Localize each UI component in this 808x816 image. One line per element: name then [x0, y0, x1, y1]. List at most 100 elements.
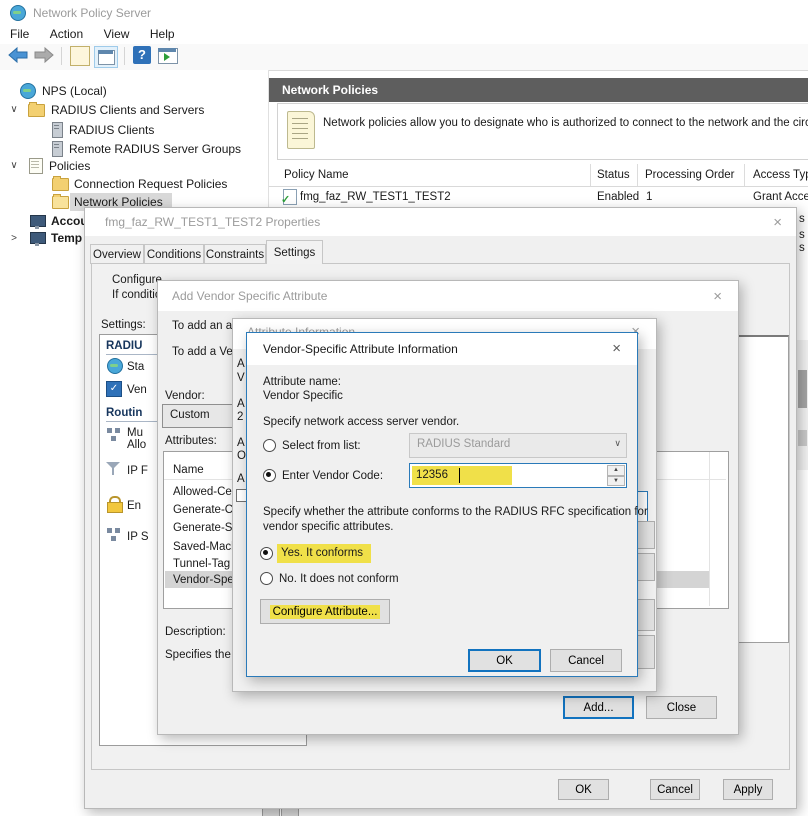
- clipped-button-fragment: [637, 599, 655, 631]
- spinner-up-button[interactable]: ▲: [607, 465, 625, 476]
- attribute-name-label: Attribute name:: [263, 375, 341, 389]
- back-icon[interactable]: [7, 46, 29, 66]
- settings-item-vendor-specific[interactable]: Ven: [127, 383, 147, 397]
- column-policy-name[interactable]: Policy Name: [284, 168, 349, 182]
- add-button[interactable]: Add...: [563, 696, 634, 719]
- server-icon: [52, 122, 63, 138]
- properties-dialog-titlebar[interactable]: fmg_faz_RW_TEST1_TEST2 Properties ×: [85, 208, 796, 236]
- chevron-down-icon[interactable]: ∨: [8, 160, 20, 171]
- vendor-label: Vendor:: [165, 389, 205, 403]
- menu-view[interactable]: View: [96, 24, 138, 44]
- enter-vendor-code-radio[interactable]: [263, 469, 276, 482]
- configure-attribute-label: Configure Attribute...: [270, 605, 381, 619]
- enter-vendor-code-label[interactable]: Enter Vendor Code:: [282, 469, 383, 483]
- policy-access-cell: Grant Acces: [753, 190, 808, 204]
- chevron-down-icon[interactable]: ∨: [8, 104, 20, 115]
- tab-settings[interactable]: Settings: [266, 240, 323, 264]
- clipped-text-fragment: V: [237, 371, 245, 385]
- settings-item-encryption[interactable]: En: [127, 499, 141, 513]
- console-tree-icon[interactable]: [94, 46, 118, 68]
- new-window-icon[interactable]: [158, 48, 178, 64]
- select-from-list-radio[interactable]: [263, 439, 276, 452]
- tab-constraints[interactable]: Constraints: [204, 244, 266, 264]
- menu-file[interactable]: File: [2, 24, 37, 44]
- properties-apply-button[interactable]: Apply: [723, 779, 773, 800]
- window-title: Network Policy Server: [33, 6, 151, 21]
- results-pane-header: Network Policies: [269, 78, 808, 102]
- close-icon[interactable]: ×: [713, 289, 722, 304]
- scrollbar-thumb[interactable]: [798, 370, 807, 408]
- column-status[interactable]: Status: [597, 168, 630, 182]
- close-button[interactable]: Close: [646, 696, 717, 719]
- clipped-text-fragment: A: [237, 397, 245, 411]
- help-icon[interactable]: ?: [133, 46, 151, 64]
- settings-item-ip-settings[interactable]: IP S: [127, 530, 149, 544]
- vsa-ok-button[interactable]: OK: [468, 649, 541, 672]
- chevron-down-icon: ∨: [614, 438, 621, 449]
- vsa-cancel-button[interactable]: Cancel: [550, 649, 622, 672]
- attributes-panel-sliver: [737, 335, 789, 643]
- spinner-down-button[interactable]: ▼: [607, 476, 625, 486]
- menu-help[interactable]: Help: [142, 24, 183, 44]
- clipped-row-fragment: s: [799, 228, 805, 242]
- close-icon[interactable]: ×: [773, 215, 782, 230]
- app-icon: [10, 5, 26, 21]
- tab-overview[interactable]: Overview: [90, 244, 144, 264]
- yes-conforms-label[interactable]: Yes. It conforms: [277, 544, 371, 563]
- no-conform-radio[interactable]: [260, 572, 273, 585]
- conform-prompt-line2: vendor specific attributes.: [263, 520, 393, 534]
- no-conform-label[interactable]: No. It does not conform: [279, 572, 399, 586]
- policy-enabled-icon: [283, 189, 297, 205]
- folder-icon: [28, 104, 45, 117]
- computer-icon: [30, 232, 46, 244]
- clipped-row-fragment: s: [799, 212, 805, 226]
- clipped-text-fragment: A: [237, 436, 245, 450]
- scrollbar[interactable]: [796, 340, 808, 470]
- policies-description-panel: Network policies allow you to designate …: [277, 103, 808, 160]
- add-vsa-title: Add Vendor Specific Attribute: [172, 289, 327, 304]
- clipped-button-fragment: [637, 635, 655, 669]
- add-vsa-titlebar[interactable]: Add Vendor Specific Attribute ×: [158, 281, 738, 311]
- forward-icon[interactable]: [33, 46, 55, 66]
- attributes-label: Attributes:: [165, 434, 217, 448]
- column-processing-order[interactable]: Processing Order: [645, 168, 734, 182]
- policies-table-header: Policy Name Status Processing Order Acce…: [269, 164, 808, 187]
- settings-item-standard[interactable]: Sta: [127, 360, 144, 374]
- clipped-button-fragment: [637, 553, 655, 581]
- configure-text: Configure: [112, 273, 162, 287]
- description-label: Description:: [165, 625, 226, 639]
- policy-table-row[interactable]: fmg_faz_RW_TEST1_TEST2 Enabled 1 Grant A…: [269, 187, 808, 205]
- close-icon[interactable]: ×: [612, 341, 621, 356]
- policy-name-cell: fmg_faz_RW_TEST1_TEST2: [300, 190, 451, 204]
- attribute-name-value: Vendor Specific: [263, 389, 343, 403]
- export-list-icon[interactable]: [70, 46, 90, 66]
- toolbar: ?: [0, 44, 808, 71]
- policy-order-cell: 1: [646, 190, 652, 204]
- column-access-type[interactable]: Access Typ: [753, 168, 808, 182]
- attribute-row[interactable]: Saved-Machi: [173, 540, 240, 554]
- vendor-specific-check-icon: ✓: [106, 381, 122, 397]
- clipped-row-fragment: s: [799, 241, 805, 255]
- settings-item-ip-filters[interactable]: IP F: [127, 464, 148, 478]
- yes-conforms-radio[interactable]: [260, 547, 273, 560]
- vsa-information-titlebar[interactable]: Vendor-Specific Attribute Information ×: [247, 333, 637, 365]
- clipped-text-fragment: A: [237, 472, 245, 486]
- menu-action[interactable]: Action: [42, 24, 91, 44]
- edge-fragment: [262, 808, 280, 816]
- network-policy-server-window: Network Policy Server File Action View H…: [0, 0, 808, 816]
- clipped-text-fragment: O: [237, 449, 246, 463]
- clipped-text-fragment: A: [237, 357, 245, 371]
- select-from-list-label[interactable]: Select from list:: [282, 439, 361, 453]
- properties-ok-button[interactable]: OK: [558, 779, 609, 800]
- attributes-name-column[interactable]: Name: [173, 463, 204, 477]
- attribute-row[interactable]: Tunnel-Tag: [173, 557, 230, 571]
- server-icon: [52, 141, 63, 157]
- settings-item-multilink-line2: Allo: [127, 438, 146, 452]
- properties-cancel-button[interactable]: Cancel: [650, 779, 700, 800]
- configure-attribute-button[interactable]: Configure Attribute...: [260, 599, 390, 624]
- vendor-code-input[interactable]: 12356 ▲ ▼: [409, 463, 627, 488]
- vsa-information-title: Vendor-Specific Attribute Information: [263, 342, 458, 357]
- tab-conditions[interactable]: Conditions: [144, 244, 204, 264]
- chevron-right-icon[interactable]: >: [8, 233, 20, 244]
- folder-open-icon: [52, 196, 69, 209]
